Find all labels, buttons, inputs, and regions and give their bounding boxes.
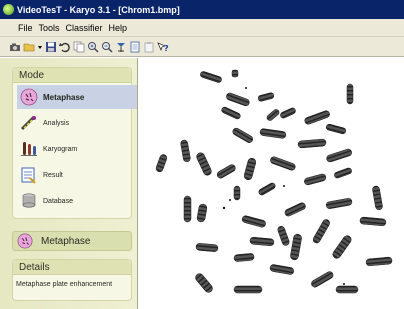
zoom-out-icon[interactable] [101,41,113,53]
mode-item-label: Analysis [43,119,70,127]
chromosome-image [155,69,393,294]
details-text: Metaphase plate enhancement [16,281,113,288]
window-title: VideoTesT - Karyo 3.1 - [Chrom1.bmp] [17,4,180,15]
mode-box: Mode Metaphase Analysis Karyogram Result… [12,67,137,219]
details-box: Details Metaphase plate enhancement [12,259,132,301]
metaphase-icon [20,88,38,106]
mode-item-analysis[interactable]: Analysis [17,111,137,135]
menu-bar: File Tools Classifier Help [0,19,404,37]
dropdown-arrow-icon[interactable] [37,41,43,53]
mode-item-label: Metaphase [43,92,85,102]
current-mode-bar: Metaphase [12,231,132,251]
left-panel: Mode Metaphase Analysis Karyogram Result… [0,58,138,309]
menu-file[interactable]: File [15,23,36,33]
save-icon[interactable] [45,41,57,53]
title-bar: VideoTesT - Karyo 3.1 - [Chrom1.bmp] [0,0,404,19]
database-icon [20,192,38,210]
mode-item-label: Karyogram [43,145,78,153]
menu-tools[interactable]: Tools [36,23,63,33]
flip-icon[interactable] [115,41,127,53]
help-icon[interactable]: ? [157,41,169,53]
karyogram-icon [20,140,38,158]
menu-help[interactable]: Help [106,23,131,33]
menu-classifier[interactable]: Classifier [63,23,106,33]
mode-item-karyogram[interactable]: Karyogram [17,137,137,161]
details-heading: Details [13,260,131,275]
mode-heading: Mode [13,68,131,83]
current-mode-label: Metaphase [41,235,91,247]
toolbar: ? [0,37,404,57]
copy-icon[interactable] [73,41,85,53]
image-canvas[interactable] [138,58,404,309]
analysis-icon [20,114,38,132]
clipboard-icon[interactable] [143,41,155,53]
svg-text:?: ? [164,44,169,53]
mode-item-database[interactable]: Database [17,189,137,213]
mode-item-result[interactable]: Result [17,163,137,187]
app-icon [3,4,14,15]
open-folder-icon[interactable] [23,41,35,53]
mode-item-label: Result [43,171,63,179]
metaphase-icon [17,233,33,249]
result-icon [20,166,38,184]
mode-item-metaphase[interactable]: Metaphase [17,85,137,109]
zoom-in-icon[interactable] [87,41,99,53]
undo-icon[interactable] [59,41,71,53]
mode-item-label: Database [43,197,73,205]
document-icon[interactable] [129,41,141,53]
camera-icon[interactable] [9,41,21,53]
